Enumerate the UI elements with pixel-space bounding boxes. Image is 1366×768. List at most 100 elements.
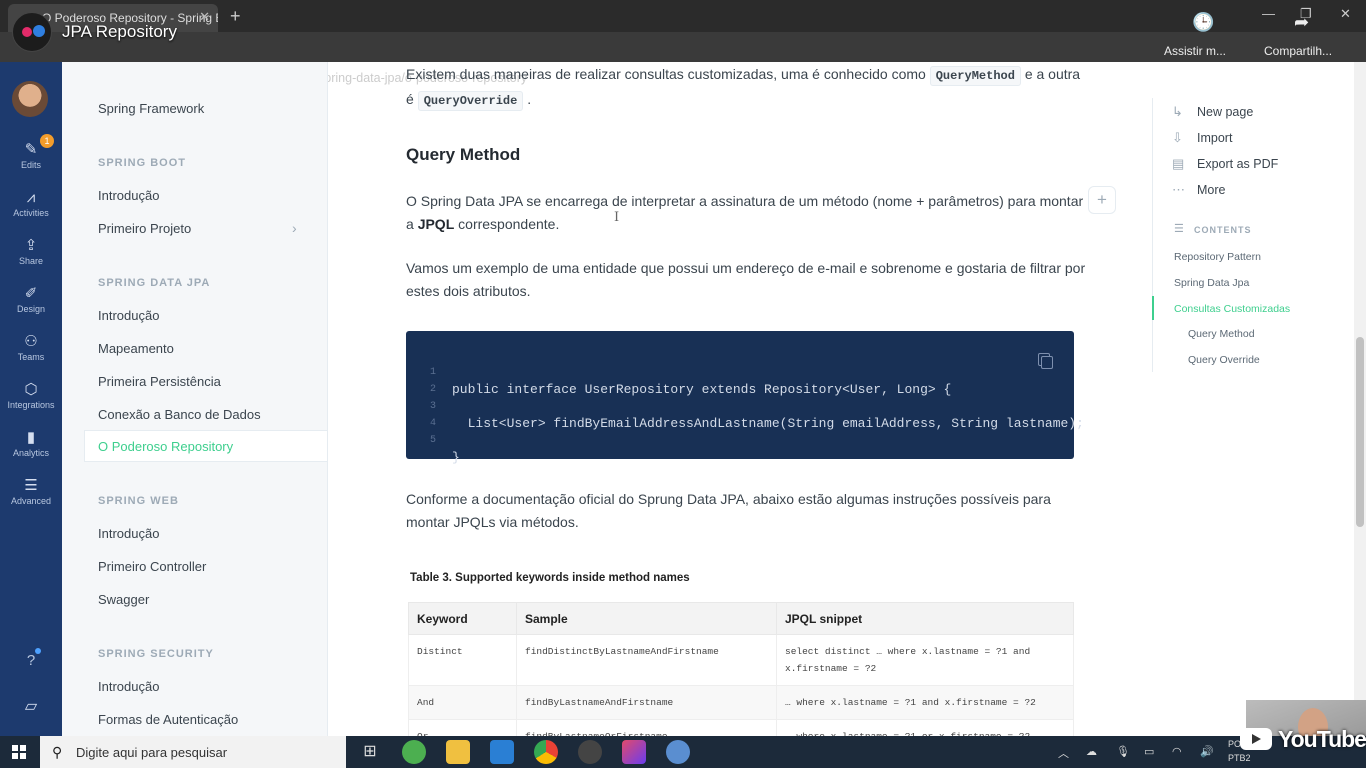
intellij-icon[interactable] (622, 740, 646, 764)
clock-icon[interactable]: 🕒 (1192, 12, 1214, 33)
rail-teams[interactable]: ⚇ Teams (0, 332, 62, 362)
wifi-icon[interactable]: ◠ (1172, 745, 1182, 758)
nav-item[interactable]: Conexão a Banco de Dados (98, 407, 261, 422)
table-cell: … where x.lastname = ?1 or x.firstname =… (776, 719, 1074, 736)
rail-analytics[interactable]: ▮ Analytics (0, 428, 62, 458)
vscode-icon[interactable] (490, 740, 514, 764)
new-tab-button[interactable]: + (230, 6, 241, 27)
share-icon[interactable]: ➦ (1294, 12, 1309, 33)
import-icon: ⇩ (1172, 130, 1183, 145)
intro-text: Existem duas maneiras de realizar consul… (406, 66, 926, 82)
watch-later-label[interactable]: Assistir m... (1164, 44, 1226, 58)
stack-icon[interactable]: ▱ (0, 696, 62, 716)
youtube-watermark[interactable]: YouTube (1278, 726, 1366, 753)
nav-item[interactable]: Introdução (98, 526, 159, 541)
import-button[interactable]: Import (1197, 131, 1232, 145)
table-cell: Distinct (408, 634, 517, 686)
windows-start-icon[interactable] (12, 745, 26, 759)
toc-item[interactable]: Repository Pattern (1174, 251, 1261, 263)
nav-item[interactable]: Swagger (98, 592, 149, 607)
tray-chevron-icon[interactable]: ︿ (1058, 745, 1069, 761)
code-text: } (452, 450, 460, 465)
rail-edits[interactable]: ✎ 1 Edits (0, 134, 62, 170)
scrollbar[interactable] (1354, 62, 1366, 736)
keywords-table-image: Table 3. Supported keywords inside metho… (408, 562, 1076, 736)
paragraph: Conforme a documentação oficial do Sprun… (406, 491, 1051, 530)
inline-code: QueryOverride (417, 91, 524, 111)
nav-item-active[interactable]: O Poderoso Repository (98, 439, 233, 454)
rail-label: Activities (13, 208, 49, 218)
activity-icon: ⩘ (26, 189, 36, 206)
table-row: Distinct findDistinctByLastnameAndFirstn… (408, 634, 1074, 686)
intro-paragraph: Existem duas maneiras de realizar consul… (406, 63, 1086, 113)
contents-title: CONTENTS (1194, 225, 1252, 235)
toc-item[interactable]: Spring Data Jpa (1174, 277, 1249, 289)
more-button[interactable]: More (1197, 183, 1225, 197)
rail-label: Edits (20, 160, 41, 170)
keyboard-layout[interactable]: PTB2 (1228, 753, 1251, 763)
table-caption: Table 3. Supported keywords inside metho… (410, 572, 690, 584)
nav-spring-framework[interactable]: Spring Framework (98, 101, 204, 116)
nav-item[interactable]: Formas de Autenticação (98, 712, 238, 727)
export-pdf-button[interactable]: Export as PDF (1197, 157, 1278, 171)
nav-item[interactable]: Primeira Persistência (98, 374, 221, 389)
chrome-icon[interactable] (534, 740, 558, 764)
nav-item[interactable]: Introdução (98, 188, 159, 203)
avatar[interactable] (12, 81, 48, 117)
help-button[interactable]: ? (0, 648, 62, 669)
toc-item[interactable]: Query Method (1188, 328, 1255, 340)
app-icon-green[interactable] (402, 740, 426, 764)
windows-taskbar: ⚲ Digite aqui para pesquisar ⊞ ︿ ☁ 🎙 ▭ ◠… (0, 736, 1366, 768)
rail-advanced[interactable]: ☰ Advanced (0, 476, 62, 506)
sidebar-nav: Spring Framework SPRING BOOT Introdução … (62, 62, 328, 736)
close-window-icon[interactable]: ✕ (1340, 6, 1351, 22)
new-page-button[interactable]: New page (1197, 105, 1253, 119)
divider (1152, 98, 1153, 372)
browser-tab-bar: O Poderoso Repository - Spring B ✕ + — ❐… (0, 0, 1366, 32)
file-explorer-icon[interactable] (446, 740, 470, 764)
youtube-play-icon[interactable] (1240, 728, 1272, 750)
section-title: SPRING SECURITY (98, 648, 214, 660)
battery-icon[interactable]: ▭ (1144, 745, 1154, 758)
rail-activities[interactable]: ⩘ Activities (0, 188, 62, 218)
table-row: And findByLastnameAndFirstname … where x… (408, 685, 1074, 720)
right-panel: ↳ New page ⇩ Import ▤ Export as PDF ⋯ Mo… (1140, 62, 1354, 736)
notification-dot (35, 648, 41, 654)
video-title[interactable]: JPA Repository (62, 22, 177, 42)
section-title: SPRING WEB (98, 495, 179, 507)
rail-label: Design (16, 304, 45, 314)
rail-share[interactable]: ⇪ Share (0, 236, 62, 266)
channel-logo[interactable] (12, 12, 52, 52)
search-placeholder: Digite aqui para pesquisar (76, 745, 228, 760)
obs-icon[interactable] (578, 740, 602, 764)
minimize-icon[interactable]: — (1262, 6, 1275, 21)
toc-item-active[interactable]: Consultas Customizadas (1174, 303, 1290, 315)
taskbar-search[interactable]: ⚲ Digite aqui para pesquisar (40, 736, 346, 768)
mic-icon[interactable]: 🎙 (1116, 745, 1130, 758)
paragraph: O Spring Data JPA se encarrega de interp… (406, 190, 1086, 236)
nav-item[interactable]: Introdução (98, 679, 159, 694)
toc-item[interactable]: Query Override (1188, 354, 1260, 366)
rail-label: Analytics (12, 448, 49, 458)
postgres-icon[interactable] (666, 740, 690, 764)
nav-item[interactable]: Primeiro Projeto (98, 221, 191, 236)
chevron-right-icon[interactable]: › (292, 220, 297, 236)
add-block-button[interactable]: + (1088, 186, 1116, 214)
rail-design[interactable]: ✐ Design (0, 284, 62, 314)
close-tab-icon[interactable]: ✕ (199, 9, 210, 25)
share-label[interactable]: Compartilh... (1264, 44, 1332, 58)
new-page-icon: ↳ (1172, 104, 1183, 119)
rail-integrations[interactable]: ⬡ Integrations (0, 380, 62, 410)
scrollbar-thumb[interactable] (1356, 337, 1364, 527)
onedrive-icon[interactable]: ☁ (1086, 745, 1097, 758)
line-number: 5 (430, 435, 437, 446)
code-line: 5 } (406, 420, 1074, 480)
nav-item[interactable]: Introdução (98, 308, 159, 323)
pdf-icon: ▤ (1172, 156, 1185, 171)
inline-code: QueryMethod (929, 66, 1021, 86)
nav-item[interactable]: Primeiro Controller (98, 559, 206, 574)
task-view-icon[interactable]: ⊞ (358, 740, 382, 764)
nav-item[interactable]: Mapeamento (98, 341, 174, 356)
paragraph: Vamos um exemplo de uma entidade que pos… (406, 260, 1086, 299)
volume-icon[interactable]: 🔊 (1200, 745, 1214, 758)
